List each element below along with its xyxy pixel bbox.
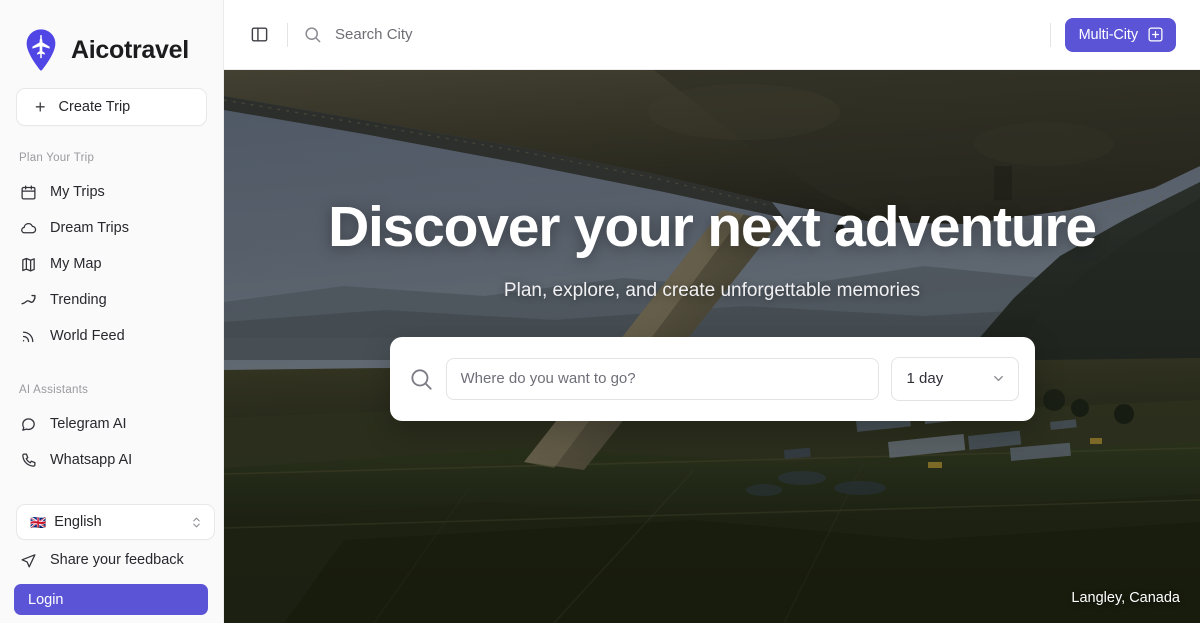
brand-name: Aicotravel — [71, 35, 189, 64]
sidebar-item-dream-trips[interactable]: Dream Trips — [0, 210, 223, 246]
sidebar-item-label: Telegram AI — [50, 416, 127, 432]
destination-input[interactable] — [445, 357, 879, 400]
sidebar-item-label: Dream Trips — [50, 220, 129, 236]
map-pin-airplane-icon — [22, 28, 60, 72]
sidebar-item-label: Trending — [50, 292, 107, 308]
topbar-divider — [287, 22, 288, 47]
hero-title: Discover your next adventure — [328, 195, 1097, 259]
sidebar-item-my-map[interactable]: My Map — [0, 246, 223, 282]
language-label: English — [54, 514, 102, 530]
hero-content: Discover your next adventure Plan, explo… — [224, 70, 1200, 623]
language-selector[interactable]: 🇬🇧 English — [16, 504, 215, 540]
city-search-placeholder: Search City — [335, 26, 413, 43]
sidebar-item-share-feedback[interactable]: Share your feedback — [0, 545, 223, 575]
chevron-down-icon — [991, 371, 1006, 386]
trip-duration-value: 1 day — [906, 370, 944, 388]
search-icon — [303, 25, 322, 44]
hero-subtitle: Plan, explore, and create unforgettable … — [503, 279, 921, 301]
sidebar-item-label: Share your feedback — [50, 552, 184, 568]
city-search[interactable]: Search City — [303, 25, 1050, 44]
rss-icon — [19, 327, 37, 345]
phone-icon — [19, 451, 37, 469]
nav-group-ai-assistants: AI Assistants Telegram AI Whatsapp AI — [0, 384, 223, 478]
message-circle-icon — [19, 415, 37, 433]
sidebar-item-label: Whatsapp AI — [50, 452, 133, 468]
sidebar-item-my-trips[interactable]: My Trips — [0, 174, 223, 210]
map-icon — [19, 255, 37, 273]
chevron-up-down-icon — [190, 514, 203, 531]
send-icon — [19, 551, 37, 569]
sidebar-item-trending[interactable]: Trending — [0, 282, 223, 318]
sidebar-item-whatsapp-ai[interactable]: Whatsapp AI — [0, 442, 223, 478]
create-trip-button[interactable]: + Create Trip — [16, 88, 207, 126]
multi-city-label: Multi-City — [1078, 26, 1139, 43]
multi-city-button[interactable]: Multi-City — [1064, 17, 1176, 52]
topbar: Search City Multi-City — [224, 0, 1200, 70]
calendar-icon — [19, 183, 37, 201]
plus-icon: + — [35, 97, 46, 117]
brand[interactable]: Aicotravel — [0, 0, 223, 80]
login-button[interactable]: Login — [14, 584, 208, 615]
sidebar-item-label: My Map — [50, 256, 102, 272]
cloud-icon — [19, 219, 37, 237]
sidebar: Aicotravel + Create Trip Plan Your Trip … — [0, 0, 224, 623]
uk-flag-icon: 🇬🇧 — [30, 514, 47, 530]
create-trip-label: Create Trip — [58, 99, 131, 115]
sidebar-item-world-feed[interactable]: World Feed — [0, 318, 223, 354]
sidebar-item-label: My Trips — [50, 184, 105, 200]
trending-up-icon — [19, 291, 37, 309]
nav-heading-ai-assistants: AI Assistants — [19, 384, 89, 396]
sidebar-item-label: World Feed — [50, 328, 125, 344]
nav-group-plan-your-trip: Plan Your Trip My Trips Dream Trips My M… — [0, 152, 223, 354]
hero-location-caption: Langley, Canada — [1071, 590, 1180, 606]
square-plus-icon — [1147, 26, 1164, 43]
main-area: Search City Multi-City Discover your nex… — [224, 0, 1200, 623]
topbar-divider-right — [1049, 22, 1051, 47]
trip-duration-select[interactable]: 1 day — [890, 356, 1019, 401]
nav-heading-plan-your-trip: Plan Your Trip — [19, 152, 95, 164]
app-root: Aicotravel + Create Trip Plan Your Trip … — [0, 0, 1200, 623]
hero-search-card: 1 day — [389, 336, 1035, 421]
panel-left-icon[interactable] — [247, 23, 271, 47]
search-icon — [408, 366, 434, 392]
sidebar-item-telegram-ai[interactable]: Telegram AI — [0, 406, 223, 442]
hero-banner: Discover your next adventure Plan, explo… — [224, 70, 1200, 623]
